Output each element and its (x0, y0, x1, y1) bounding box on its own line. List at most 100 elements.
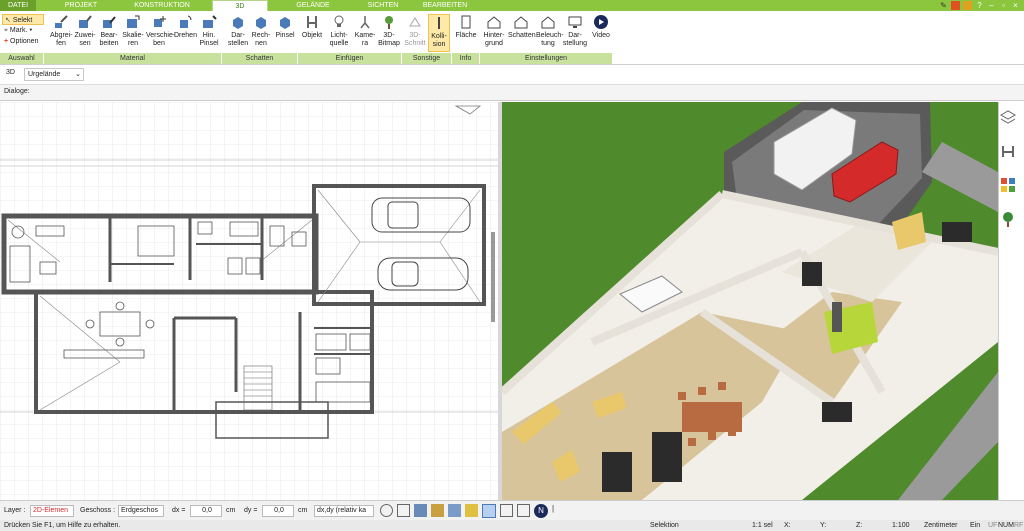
paint-icon[interactable] (431, 504, 444, 517)
view-toolbar: N | (380, 504, 556, 518)
skalieren-button[interactable]: Skalie- ren (122, 14, 144, 48)
hin-pinsel-button[interactable]: Hin. Pinsel (198, 14, 220, 48)
status-x: X: (784, 522, 791, 529)
pen-icon[interactable]: ✎ (939, 1, 948, 10)
monitor-icon (568, 16, 582, 28)
status-scale: 1:100 (892, 522, 910, 529)
coordinate-mode-select[interactable]: dx,dy (relativ ka (314, 505, 374, 517)
plus-icon: + (4, 38, 9, 45)
tool-icon[interactable] (951, 1, 960, 10)
tab-3d[interactable]: 3D (212, 0, 268, 11)
doc-icon[interactable] (500, 504, 513, 517)
dx-input[interactable]: 0,0 (190, 505, 222, 517)
group-schatten: Schatten (222, 53, 298, 64)
status-num: NUM (998, 522, 1014, 529)
pipette-icon (55, 15, 68, 28)
darstellung-button[interactable]: Dar- stellung (562, 14, 588, 48)
status-rf: RF (1014, 522, 1024, 529)
video-button[interactable]: Video (590, 14, 612, 40)
help-text: Drücken Sie F1, um Hilfe zu erhalten. (4, 522, 121, 529)
beleuchtung-button[interactable]: Beleuch- tung (536, 14, 564, 48)
zuweisen-button[interactable]: Zuwei- sen (74, 14, 96, 48)
dx-unit: cm (226, 507, 236, 514)
status-unit: Zentimeter (924, 522, 958, 529)
house-3d-render (502, 102, 998, 500)
tab-sichten[interactable]: SICHTEN (352, 0, 414, 11)
selection-panel: ↖ Selekt ⌖ Mark. ▾ + Optionen (2, 14, 44, 47)
group-einstellungen: Einstellungen (480, 53, 613, 64)
bottom-toolbar: Layer : 2D-Elemen Geschoss : Erdgeschos … (0, 500, 1024, 520)
camera-icon (360, 16, 370, 29)
side-tools (998, 102, 1024, 500)
pinsel-button[interactable]: Pinsel (274, 14, 296, 40)
dialog-bar: Dialoge: (0, 84, 1024, 101)
abgreifen-button[interactable]: Abgrei- fen (50, 14, 73, 48)
dx-label: dx = (172, 507, 186, 514)
layer-label: Layer : (4, 507, 26, 514)
layers-icon[interactable] (999, 108, 1017, 126)
drehen-button[interactable]: Drehen (174, 14, 197, 40)
group-einfuegen: Einfügen (298, 53, 402, 64)
selekt-button[interactable]: ↖ Selekt (2, 14, 44, 25)
minimize-icon[interactable]: – (987, 1, 996, 10)
bitmap-button[interactable]: 3D- Bitmap (378, 14, 400, 48)
tree-icon (385, 16, 393, 29)
materials-icon[interactable] (999, 176, 1017, 194)
render-icon[interactable] (414, 504, 427, 517)
help-icon[interactable]: ? (975, 1, 984, 10)
flaeche-button[interactable]: Fläche (454, 14, 478, 40)
tab-konstruktion[interactable]: KONSTRUKTION (118, 0, 206, 11)
tab-gelaende[interactable]: GELÄNDE (274, 0, 352, 11)
maximize-icon[interactable]: ▫ (999, 1, 1008, 10)
optionen-button[interactable]: + Optionen (2, 36, 44, 47)
schnitt-button[interactable]: 3D- Schnitt (404, 14, 426, 48)
kamera-button[interactable]: Kame- ra (354, 14, 376, 48)
status-uf: UF (988, 522, 998, 529)
north-icon[interactable]: N (534, 504, 548, 518)
tab-datei[interactable]: DATEI (0, 0, 36, 11)
cursor-icon: ↖ (5, 17, 11, 24)
objects-icon[interactable] (999, 142, 1017, 160)
grid-icon[interactable] (517, 504, 530, 517)
marker-icon[interactable]: | (552, 504, 556, 517)
tab-bearbeiten[interactable]: BEARBEITEN (414, 0, 476, 11)
verschieben-button[interactable]: Verschie- ben (146, 14, 175, 48)
view-icon[interactable] (448, 504, 461, 517)
floor-plan-2d[interactable] (0, 102, 498, 500)
layer-view-icon[interactable] (482, 504, 496, 518)
chevron-down-icon: ⌄ (75, 71, 81, 78)
area-icon (461, 15, 471, 29)
assign-icon (79, 15, 92, 28)
play-icon (594, 15, 608, 29)
options-bar: 3D Urgelände ⌄ (0, 66, 1024, 83)
group-info: Info (452, 53, 480, 64)
bearbeiten-button[interactable]: Bear- beiten (98, 14, 120, 48)
mark-button[interactable]: ⌖ Mark. ▾ (2, 25, 44, 36)
schatten-settings-button[interactable]: Schatten (508, 14, 536, 40)
close-icon[interactable]: × (1011, 1, 1020, 10)
geschoss-select[interactable]: Erdgeschos (118, 505, 164, 517)
kollision-button[interactable]: Kolli- sion (428, 14, 450, 52)
plants-icon[interactable] (999, 210, 1017, 228)
light-icon[interactable] (465, 504, 478, 517)
tab-projekt[interactable]: PROJEKT (46, 0, 116, 11)
hintergrund-button[interactable]: Hinter- grund (482, 14, 506, 48)
monitor-small-icon[interactable] (397, 504, 410, 517)
objekt-button[interactable]: Objekt (300, 14, 324, 40)
dialoge-label: Dialoge: (4, 88, 30, 95)
view-3d[interactable] (502, 102, 998, 500)
clock-icon[interactable] (380, 504, 393, 517)
darstellen-button[interactable]: Dar- stellen (226, 14, 250, 48)
lichtquelle-button[interactable]: Licht- quelle (326, 14, 352, 48)
cube-shadow-icon (233, 17, 243, 29)
lightbulb-icon (334, 15, 344, 27)
layer-select[interactable]: 2D-Elemen (30, 505, 74, 517)
status-z: Z: (856, 522, 863, 529)
dy-input[interactable]: 0,0 (262, 505, 294, 517)
edit-material-icon (103, 16, 116, 28)
floor-plan-drawing (0, 102, 498, 500)
rechnen-button[interactable]: Rech- nen (250, 14, 272, 48)
terrain-select[interactable]: Urgelände ⌄ (24, 68, 84, 81)
status-sel: 1:1 sel (752, 522, 773, 529)
box-icon[interactable] (963, 1, 972, 10)
